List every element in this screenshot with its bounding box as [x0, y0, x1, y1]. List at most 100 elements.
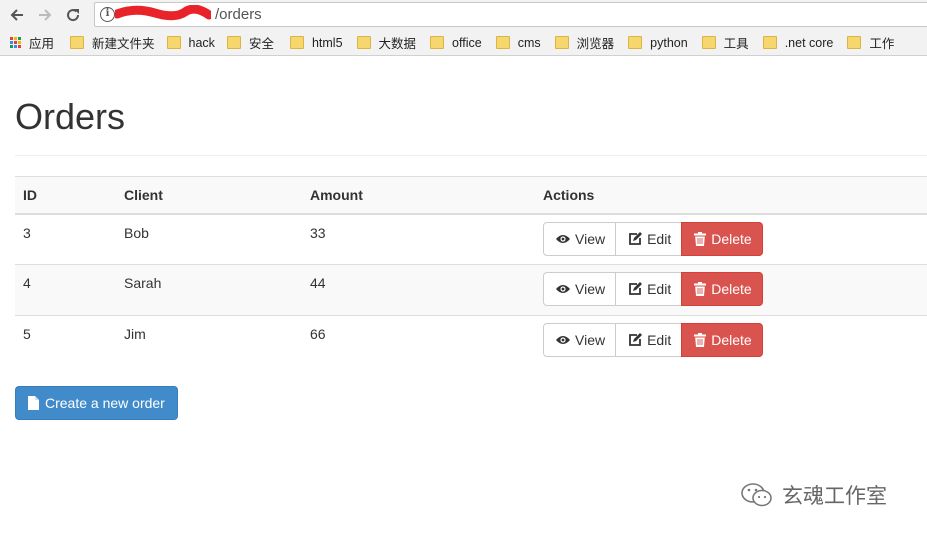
edit-button[interactable]: Edit: [615, 323, 683, 357]
bookmark-item[interactable]: html5: [289, 32, 343, 54]
redacted-host-scribble: [115, 5, 211, 21]
bookmarks-bar: 应用 新建文件夹 hack 安全 html5 大数据 office cms 浏览器 python 工…: [0, 30, 927, 56]
browser-toolbar: i /orders: [0, 0, 927, 30]
folder-icon: [289, 36, 304, 49]
header-client: Client: [116, 176, 302, 215]
delete-label: Delete: [711, 332, 752, 348]
edit-label: Edit: [647, 332, 672, 348]
bookmark-label: html5: [311, 35, 343, 50]
url-path: /orders: [215, 6, 262, 23]
trash-icon: [694, 282, 707, 296]
bookmark-label: .net core: [784, 35, 834, 50]
folder-icon: [847, 36, 862, 49]
cell-amount: 44: [302, 264, 535, 316]
cell-actions: View Edit Delete: [535, 315, 927, 367]
folder-icon: [166, 36, 181, 49]
bookmark-item[interactable]: 工作: [847, 32, 894, 54]
bookmark-item[interactable]: 新建文件夹: [70, 32, 155, 54]
edit-label: Edit: [647, 281, 672, 297]
bookmark-label: 应用: [29, 37, 55, 51]
edit-icon: [629, 282, 643, 295]
view-label: View: [575, 281, 606, 297]
bookmark-item[interactable]: 工具: [701, 32, 749, 54]
bookmark-label: 新建文件夹: [92, 37, 155, 51]
bookmark-label: python: [650, 35, 688, 50]
apps-grid-icon: [10, 37, 21, 48]
header-amount: Amount: [302, 176, 535, 215]
row-action-group: View Edit Delete: [543, 323, 763, 357]
view-button[interactable]: View: [543, 272, 617, 306]
row-action-group: View Edit Delete: [543, 272, 763, 306]
bookmark-item[interactable]: office: [430, 32, 482, 54]
bookmark-item[interactable]: 安全: [226, 32, 274, 54]
delete-button[interactable]: Delete: [681, 272, 763, 306]
cell-id: 3: [15, 213, 116, 265]
watermark-text: 玄魂工作室: [782, 485, 887, 508]
eye-icon: [556, 336, 570, 344]
trash-icon: [694, 333, 707, 347]
edit-button[interactable]: Edit: [615, 221, 683, 256]
cell-amount: 66: [302, 315, 535, 367]
bookmark-label: hack: [188, 35, 215, 50]
cell-actions: View Edit Delete: [535, 213, 927, 265]
address-bar[interactable]: i /orders: [94, 2, 927, 27]
edit-button[interactable]: Edit: [615, 272, 683, 306]
view-label: View: [575, 332, 606, 348]
header-actions: Actions: [535, 176, 927, 215]
file-icon: [28, 396, 39, 410]
bookmark-label: 工作: [869, 37, 895, 51]
back-arrow-icon[interactable]: [6, 4, 28, 26]
cell-client: Jim: [116, 315, 302, 367]
wechat-icon: [741, 483, 772, 507]
eye-icon: [556, 234, 570, 243]
delete-button[interactable]: Delete: [681, 221, 763, 256]
bookmark-label: 安全: [248, 37, 274, 51]
folder-icon: [628, 36, 643, 49]
create-order-label: Create a new order: [45, 395, 165, 411]
table-header-row: ID Client Amount Actions: [15, 176, 927, 215]
bookmark-item[interactable]: cms: [495, 32, 541, 54]
table-row: 3 Bob 33 View Edit Delete: [15, 213, 927, 265]
reload-icon[interactable]: [62, 4, 84, 26]
cell-id: 4: [15, 264, 116, 316]
edit-icon: [629, 333, 643, 346]
bookmark-label: 工具: [723, 37, 749, 51]
trash-icon: [694, 231, 707, 246]
bookmark-item[interactable]: hack: [166, 32, 215, 54]
create-order-button[interactable]: Create a new order: [15, 386, 178, 420]
bookmark-item[interactable]: .net core: [762, 32, 834, 54]
bookmark-item[interactable]: 浏览器: [554, 32, 615, 54]
delete-label: Delete: [711, 281, 752, 297]
table-row: 5 Jim 66 View Edit Delete: [15, 315, 927, 367]
folder-icon: [495, 36, 510, 49]
info-icon[interactable]: i: [100, 7, 115, 22]
folder-icon: [70, 36, 85, 49]
header-id: ID: [15, 176, 116, 215]
folder-icon: [762, 36, 777, 49]
bookmark-item[interactable]: python: [628, 32, 688, 54]
delete-label: Delete: [711, 230, 752, 247]
title-divider: [15, 155, 927, 156]
bookmark-label: 浏览器: [576, 37, 615, 51]
bookmark-item[interactable]: 应用: [0, 32, 54, 54]
bookmark-label: 大数据: [378, 37, 417, 51]
delete-button[interactable]: Delete: [681, 323, 763, 357]
folder-icon: [554, 36, 569, 49]
wechat-watermark: 玄魂工作室: [740, 480, 887, 510]
cell-id: 5: [15, 315, 116, 367]
table-row: 4 Sarah 44 View Edit Delete: [15, 264, 927, 316]
folder-icon: [430, 36, 445, 49]
edit-label: Edit: [647, 230, 672, 247]
row-action-group: View Edit Delete: [543, 221, 763, 256]
cell-actions: View Edit Delete: [535, 264, 927, 316]
view-button[interactable]: View: [543, 221, 617, 256]
bookmark-label: office: [452, 35, 482, 50]
eye-icon: [556, 285, 570, 293]
forward-arrow-icon[interactable]: [34, 4, 56, 26]
bookmark-item[interactable]: 大数据: [356, 32, 417, 54]
edit-icon: [629, 231, 643, 245]
view-label: View: [575, 230, 606, 247]
cell-client: Bob: [116, 213, 302, 265]
view-button[interactable]: View: [543, 323, 617, 357]
page-title: Orders: [15, 96, 126, 137]
